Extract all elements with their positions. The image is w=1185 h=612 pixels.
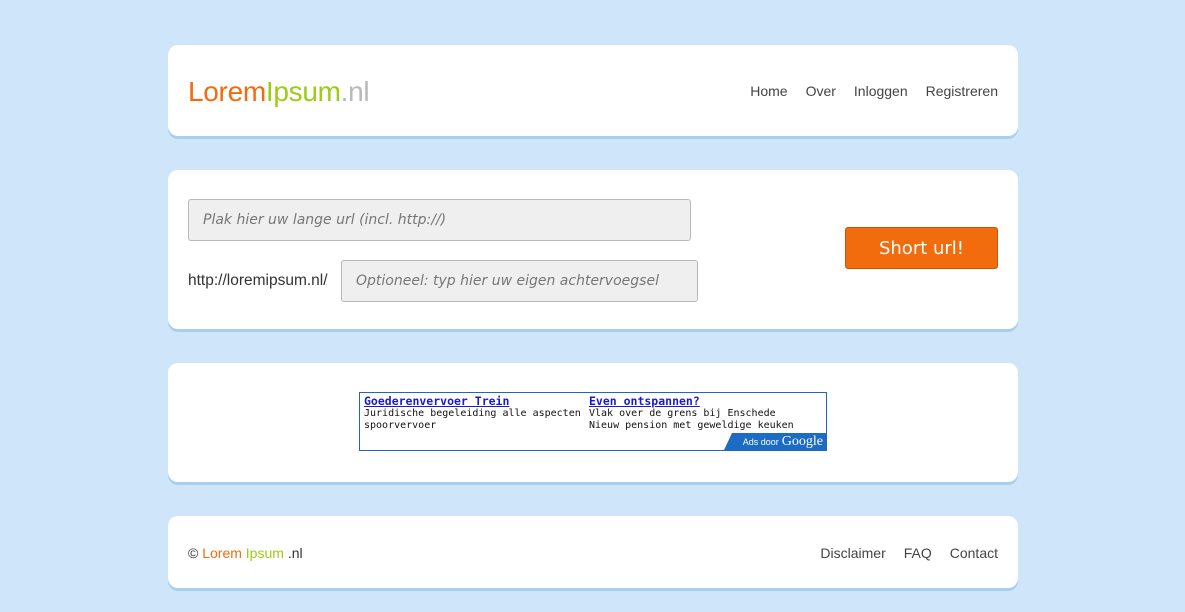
footer-brand-lorem: Lorem: [202, 545, 242, 561]
nav-home[interactable]: Home: [750, 83, 787, 99]
long-url-input[interactable]: [188, 199, 691, 241]
ad-description: Juridische begeleiding alle aspecten spo…: [364, 408, 581, 431]
ad-item: Goederenvervoer Trein Juridische begelei…: [364, 395, 584, 432]
main-nav: Home Over Inloggen Registreren: [750, 83, 998, 99]
ads-panel: Goederenvervoer Trein Juridische begelei…: [168, 363, 1018, 482]
logo-part-ipsum: Ipsum: [265, 76, 341, 107]
custom-suffix-input[interactable]: [341, 260, 698, 302]
nav-registreren[interactable]: Registreren: [926, 83, 998, 99]
copyright: © Lorem Ipsum .nl: [188, 545, 303, 561]
footer-brand-ipsum: Ipsum: [245, 545, 284, 561]
nav-inloggen[interactable]: Inloggen: [854, 83, 908, 99]
logo-part-lorem: Lorem: [188, 76, 266, 107]
short-url-button[interactable]: Short url!: [845, 227, 998, 269]
ad-box: Goederenvervoer Trein Juridische begelei…: [359, 392, 827, 451]
footer-brand-tld: .nl: [287, 545, 303, 561]
ad-title-link[interactable]: Even ontspannen?: [589, 395, 809, 408]
ad-description: Vlak over de grens bij Enschede Nieuw pe…: [589, 408, 794, 431]
ads-by-label: Ads door: [742, 436, 779, 447]
nav-over[interactable]: Over: [806, 83, 836, 99]
logo-part-tld: .nl: [340, 76, 370, 107]
copyright-symbol: ©: [188, 545, 199, 561]
ad-title-link[interactable]: Goederenvervoer Trein: [364, 395, 584, 408]
ads-by-google-badge[interactable]: Ads door Google: [724, 433, 826, 450]
footer-link-contact[interactable]: Contact: [950, 545, 998, 561]
footer-nav: Disclaimer FAQ Contact: [820, 545, 998, 561]
shortener-panel: http://loremipsum.nl/ Short url!: [168, 170, 1018, 329]
ad-item: Even ontspannen? Vlak over de grens bij …: [589, 395, 809, 432]
footer-link-faq[interactable]: FAQ: [904, 545, 932, 561]
footer-panel: © Lorem Ipsum .nl Disclaimer FAQ Contact: [168, 516, 1018, 588]
header-panel: LoremIpsum.nl Home Over Inloggen Registr…: [168, 45, 1018, 136]
site-logo[interactable]: LoremIpsum.nl: [188, 76, 370, 108]
footer-link-disclaimer[interactable]: Disclaimer: [820, 545, 885, 561]
url-prefix-label: http://loremipsum.nl/: [188, 272, 328, 289]
google-logo: Google: [781, 433, 823, 449]
